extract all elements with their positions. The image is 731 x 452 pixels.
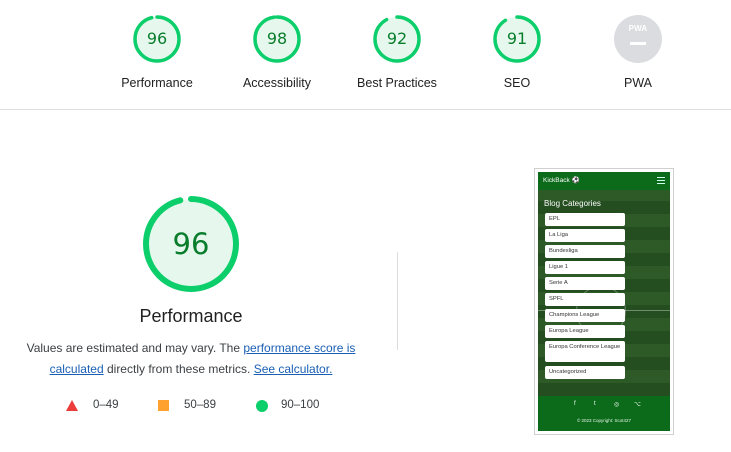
phone-screen: KickBack ⚽ Blog Categories EPL La Liga B…	[538, 172, 670, 431]
gauge-performance[interactable]: 96 Performance	[102, 14, 212, 90]
pwa-badge-icon: PWA	[614, 15, 662, 63]
gauge-ring: 91	[492, 14, 542, 64]
phone-category-item: Serie A	[545, 277, 625, 290]
facebook-icon: f	[574, 401, 576, 407]
gauge-score: 98	[266, 29, 288, 48]
gauge-label: Accessibility	[242, 76, 312, 90]
gauge-label: Best Practices	[357, 76, 437, 90]
final-screenshot[interactable]: KickBack ⚽ Blog Categories EPL La Liga B…	[534, 168, 674, 435]
twitter-icon: t	[594, 401, 596, 407]
see-calculator-link[interactable]: See calculator.	[254, 362, 333, 376]
phone-heading: Blog Categories	[544, 199, 601, 208]
gauge-ring: 92	[372, 14, 422, 64]
phone-category-item: SPFL	[545, 293, 625, 306]
pwa-dash	[630, 42, 646, 45]
gauge-pwa[interactable]: PWA PWA	[583, 14, 693, 90]
desc-text: directly from these metrics.	[103, 362, 254, 376]
phone-brand: KickBack ⚽	[543, 177, 580, 184]
performance-score: 96	[172, 227, 210, 261]
hamburger-icon	[657, 177, 665, 184]
phone-category-item: Bundesliga	[545, 245, 625, 258]
gauge-label: SEO	[503, 76, 531, 90]
phone-category-item: Europa League	[545, 325, 625, 338]
performance-description: Values are estimated and may vary. The p…	[12, 338, 370, 380]
instagram-icon: ◎	[614, 402, 620, 408]
average-square-icon	[158, 400, 169, 411]
legend-fail: 0–49	[66, 398, 126, 414]
phone-category-item: Europa Conference League	[545, 341, 625, 362]
desc-text: Values are estimated and may vary. The	[26, 341, 244, 355]
phone-copyright: © 2023 Copyright: Scot427	[576, 418, 632, 423]
performance-gauge: 96	[141, 194, 241, 294]
phone-navbar: KickBack ⚽	[538, 172, 670, 190]
pass-circle-icon	[256, 400, 268, 412]
gauge-label: PWA	[623, 76, 652, 90]
phone-category-item: Champions League	[545, 309, 625, 322]
phone-footer: f t ◎ ⌥ © 2023 Copyright: Scot427	[538, 396, 670, 431]
gauge-label: Performance	[121, 76, 193, 90]
legend-average: 50–89	[158, 398, 228, 414]
social-icons: f t ◎ ⌥	[566, 401, 646, 409]
legend-pass: 90–100	[256, 398, 336, 414]
pwa-badge-text: PWA	[628, 24, 648, 33]
gauge-ring: 96	[132, 14, 182, 64]
performance-title: Performance	[139, 306, 243, 326]
fail-triangle-icon	[66, 400, 78, 411]
phone-category-item: Ligue 1	[545, 261, 625, 274]
category-summary-bar: 96 Performance 98 Accessibility 92 Best …	[0, 0, 731, 110]
phone-category-item: La Liga	[545, 229, 625, 242]
gauge-accessibility[interactable]: 98 Accessibility	[222, 14, 332, 90]
github-icon: ⌥	[634, 402, 641, 408]
divider	[397, 252, 398, 350]
gauge-ring: 98	[252, 14, 302, 64]
legend-average-text: 50–89	[184, 399, 216, 411]
phone-category-item: EPL	[545, 213, 625, 226]
gauge-score: 96	[146, 29, 168, 48]
legend-pass-text: 90–100	[281, 399, 320, 411]
gauge-score: 91	[506, 29, 528, 48]
legend-fail-text: 0–49	[93, 399, 119, 411]
gauge-seo[interactable]: 91 SEO	[462, 14, 572, 90]
phone-category-item: Uncategorized	[545, 366, 625, 379]
gauge-best-practices[interactable]: 92 Best Practices	[342, 14, 452, 90]
gauge-score: 92	[386, 29, 408, 48]
